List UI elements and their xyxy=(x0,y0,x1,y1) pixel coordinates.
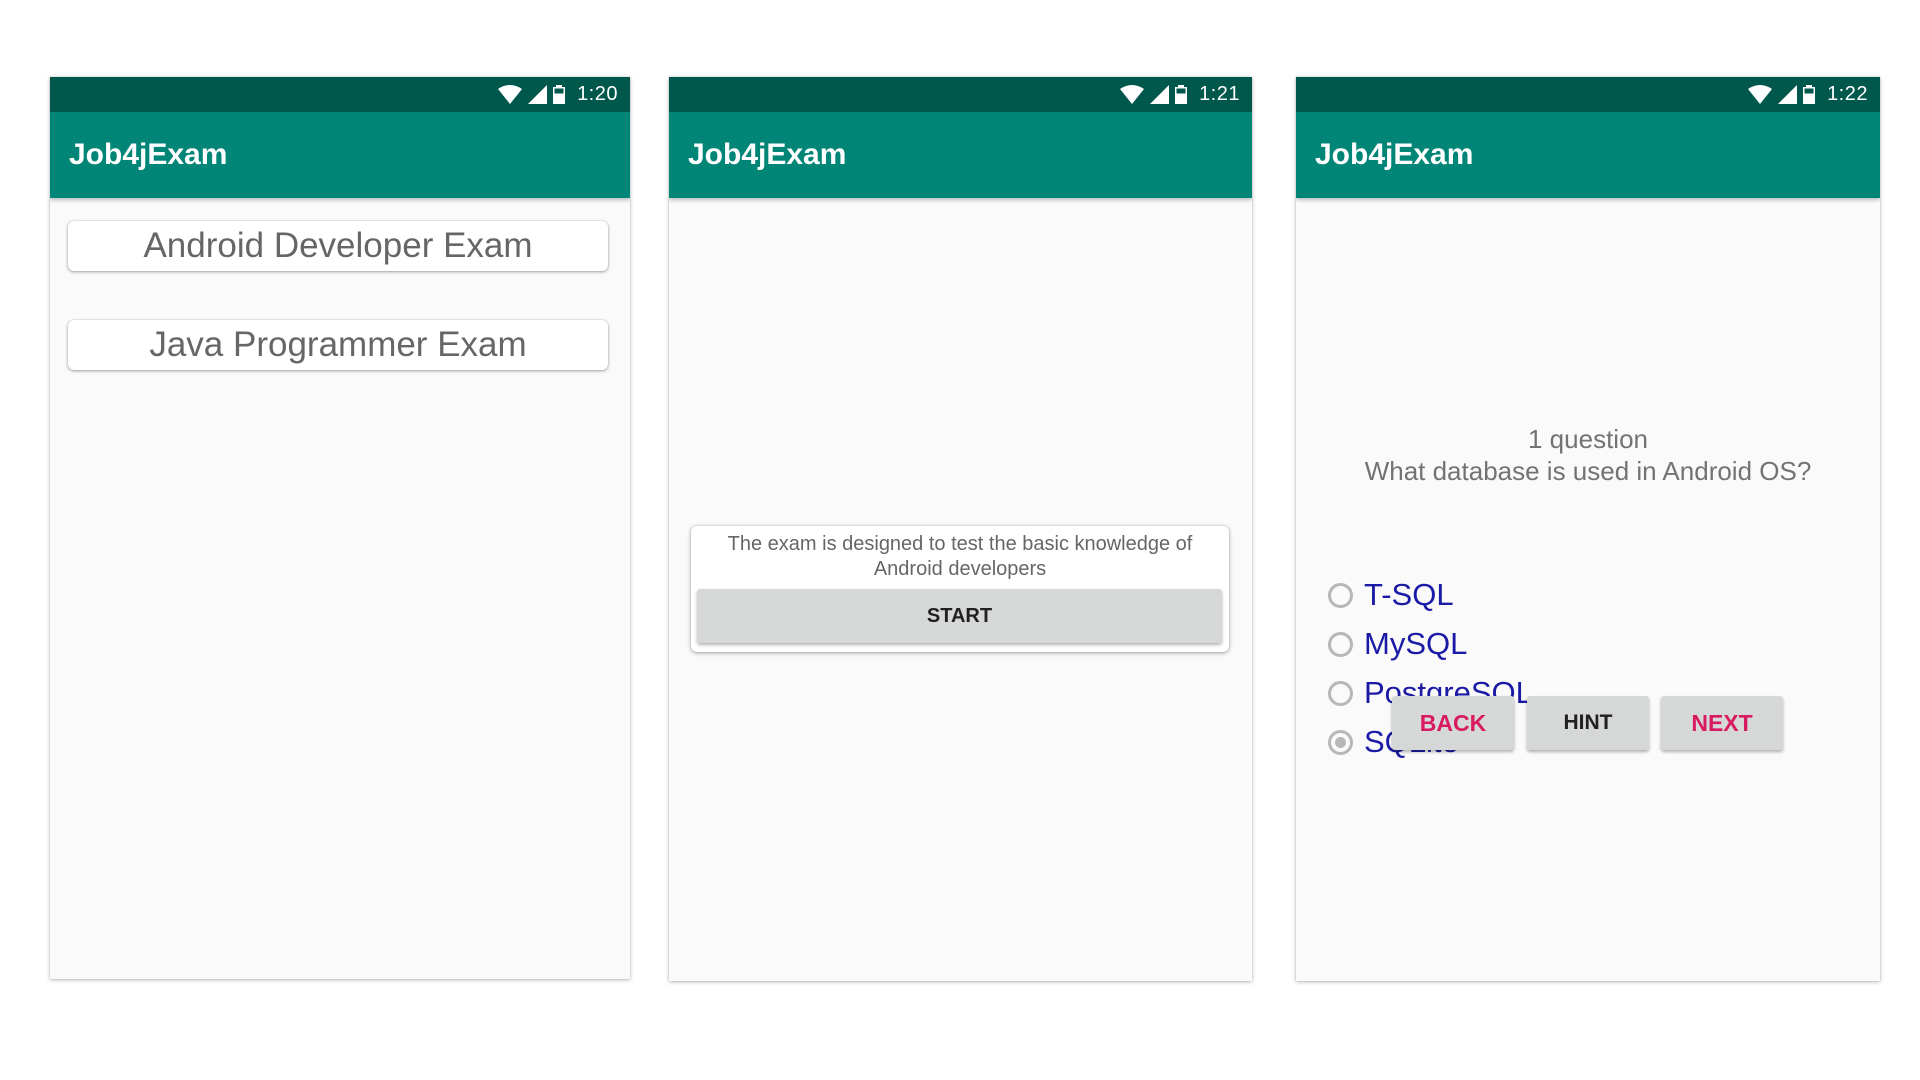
next-button[interactable]: NEXT xyxy=(1661,696,1783,750)
battery-icon xyxy=(1803,85,1816,104)
signal-icon xyxy=(1778,85,1798,104)
radio-button-icon[interactable] xyxy=(1328,680,1353,706)
option-label: T-SQL xyxy=(1364,577,1454,612)
exam-info-card: The exam is designed to test the basic k… xyxy=(691,526,1229,652)
status-time: 1:21 xyxy=(1199,83,1240,105)
app-bar-title: Job4jExam xyxy=(50,112,630,198)
radio-button-checked-icon[interactable] xyxy=(1328,729,1353,755)
app-bar-title: Job4jExam xyxy=(669,112,1252,198)
signal-icon xyxy=(1150,85,1170,104)
option-mysql[interactable]: MySQL xyxy=(1328,626,1467,662)
radio-button-icon[interactable] xyxy=(1328,631,1353,657)
option-label: MySQL xyxy=(1364,626,1468,661)
status-bar: 1:21 xyxy=(669,77,1252,112)
phone-screen-question: 1:22 Job4jExam 1 question What database … xyxy=(1296,77,1880,981)
phone-screen-exam-start: 1:21 Job4jExam The exam is designed to t… xyxy=(669,77,1252,981)
question-text: What database is used in Android OS? xyxy=(1364,456,1812,486)
radio-button-icon[interactable] xyxy=(1328,582,1353,608)
status-time: 1:20 xyxy=(577,83,618,105)
phone-screen-exam-list: 1:20 Job4jExam Android Developer Exam Ja… xyxy=(50,77,630,979)
java-programmer-exam-button[interactable]: Java Programmer Exam xyxy=(68,320,608,370)
hint-button[interactable]: HINT xyxy=(1527,696,1649,750)
status-bar: 1:20 xyxy=(50,77,630,112)
android-developer-exam-button[interactable]: Android Developer Exam xyxy=(68,221,608,271)
status-bar: 1:22 xyxy=(1296,77,1880,112)
battery-icon xyxy=(553,85,566,104)
wifi-icon xyxy=(1120,85,1145,104)
signal-icon xyxy=(528,85,548,104)
status-time: 1:22 xyxy=(1827,83,1868,105)
exam-description: The exam is designed to test the basic k… xyxy=(727,533,1193,580)
battery-icon xyxy=(1175,85,1188,104)
option-t-sql[interactable]: T-SQL xyxy=(1328,577,1454,613)
wifi-icon xyxy=(498,85,523,104)
back-button[interactable]: BACK xyxy=(1392,696,1514,750)
wifi-icon xyxy=(1748,85,1773,104)
question-number: 1 question xyxy=(1528,424,1648,454)
start-button[interactable]: START xyxy=(697,589,1222,643)
app-bar-title: Job4jExam xyxy=(1296,112,1880,198)
